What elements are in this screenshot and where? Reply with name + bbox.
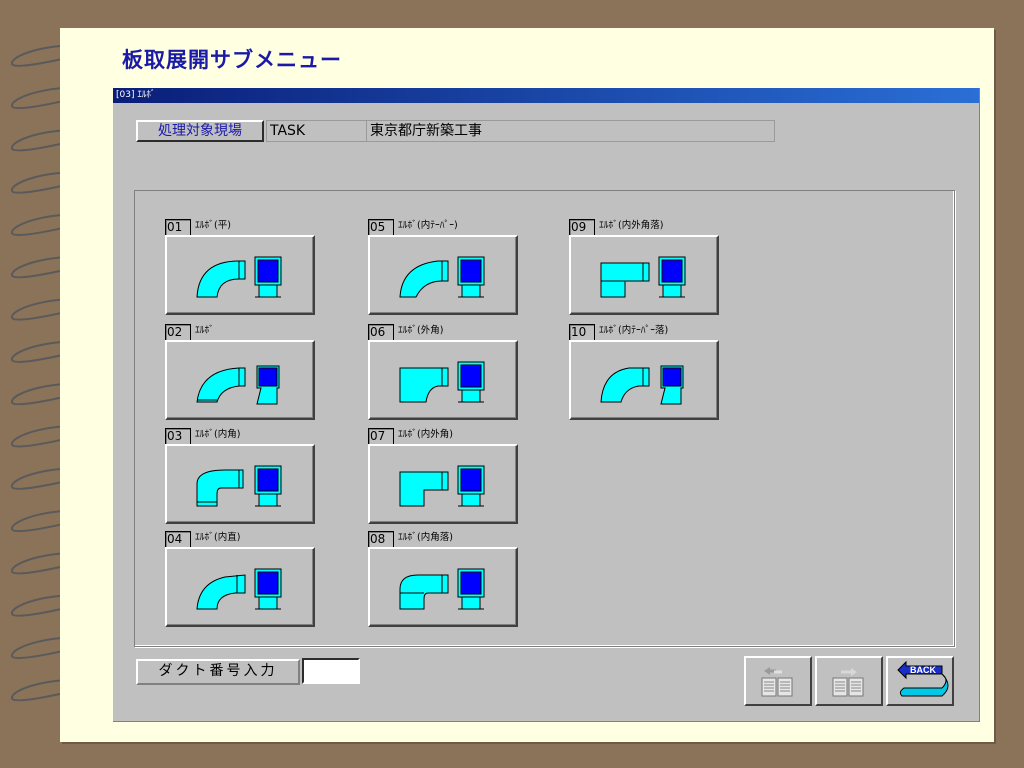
item-label: ｴﾙﾎﾞ(内ﾃｰﾊﾟｰ落) xyxy=(599,325,669,336)
elbow-button-10[interactable] xyxy=(569,340,719,420)
item-label: ｴﾙﾎﾞ(内ﾃｰﾊﾟｰ) xyxy=(398,220,458,231)
duct-number-input[interactable] xyxy=(302,658,360,684)
item-number: 08 xyxy=(368,531,394,548)
elbow-item-01: 01 ｴﾙﾎﾞ(平) xyxy=(165,215,317,319)
elbow-item-08: 08 ｴﾙﾎﾞ(内角落) xyxy=(368,527,520,631)
elbow-inner-corner-drop-icon xyxy=(399,568,485,610)
next-page-button[interactable] xyxy=(815,656,883,706)
page-title: 板取展開サブメニュー xyxy=(122,48,342,72)
item-number: 02 xyxy=(165,324,191,341)
item-number: 05 xyxy=(368,219,394,236)
elbow-button-06[interactable] xyxy=(368,340,518,420)
site-header: 処理対象現場 TASK 東京都庁新築工事 xyxy=(136,120,775,142)
item-label: ｴﾙﾎﾞ(外角) xyxy=(398,325,444,336)
back-text: BACK xyxy=(910,665,936,675)
back-arrow-icon: BACK xyxy=(897,660,949,697)
elbow-inner-outer-corner-icon xyxy=(399,465,485,507)
item-number: 07 xyxy=(368,428,394,445)
elbow-item-04: 04 ｴﾙﾎﾞ(内直) xyxy=(165,527,317,631)
site-name-field: 東京都庁新築工事 xyxy=(367,120,775,142)
elbow-item-06: 06 ｴﾙﾎﾞ(外角) xyxy=(368,320,520,424)
item-label: ｴﾙﾎﾞ(内外角) xyxy=(398,429,453,440)
item-label: ｴﾙﾎﾞ(平) xyxy=(195,220,231,231)
elbow-item-02: 02 ｴﾙﾎﾞ xyxy=(165,320,317,424)
elbow-inner-straight-icon xyxy=(196,568,282,610)
item-label: ｴﾙﾎﾞ(内直) xyxy=(195,532,241,543)
item-label: ｴﾙﾎﾞ(内角落) xyxy=(398,532,453,543)
site-code-field: TASK xyxy=(266,120,367,142)
elbow-item-07: 07 ｴﾙﾎﾞ(内外角) xyxy=(368,424,520,528)
prev-page-button[interactable] xyxy=(744,656,812,706)
item-number: 09 xyxy=(569,219,595,236)
elbow-inner-taper-icon xyxy=(399,256,485,298)
item-number: 03 xyxy=(165,428,191,445)
elbow-item-05: 05 ｴﾙﾎﾞ(内ﾃｰﾊﾟｰ) xyxy=(368,215,520,319)
elbow-inner-corner-icon xyxy=(196,465,282,507)
item-number: 06 xyxy=(368,324,394,341)
elbow-button-05[interactable] xyxy=(368,235,518,315)
elbow-button-08[interactable] xyxy=(368,547,518,627)
elbow-inner-outer-corner-drop-icon xyxy=(600,256,686,298)
elbow-menu-panel: 01 ｴﾙﾎﾞ(平) 02 ｴﾙﾎﾞ 03 ｴﾙﾎﾞ(内角) 04 ｴﾙﾎﾞ(内直) 05 ｴﾙﾎ… xyxy=(134,190,955,647)
page-prev-icon xyxy=(761,667,793,697)
app-window: [03] ｴﾙﾎﾞ 処理対象現場 TASK 東京都庁新築工事 01 ｴﾙﾎﾞ(平)… xyxy=(113,88,980,722)
back-button[interactable]: BACK xyxy=(886,656,954,706)
elbow-item-10: 10 ｴﾙﾎﾞ(内ﾃｰﾊﾟｰ落) xyxy=(569,320,721,424)
elbow-item-03: 03 ｴﾙﾎﾞ(内角) xyxy=(165,424,317,528)
window-titlebar: [03] ｴﾙﾎﾞ xyxy=(113,88,979,103)
item-label: ｴﾙﾎﾞ(内角) xyxy=(195,429,241,440)
elbow-flat-icon xyxy=(196,256,282,298)
item-number: 10 xyxy=(569,324,595,341)
item-number: 04 xyxy=(165,531,191,548)
elbow-button-04[interactable] xyxy=(165,547,315,627)
item-number: 01 xyxy=(165,219,191,236)
item-label: ｴﾙﾎﾞ(内外角落) xyxy=(599,220,664,231)
elbow-item-09: 09 ｴﾙﾎﾞ(内外角落) xyxy=(569,215,721,319)
target-site-label: 処理対象現場 xyxy=(136,120,264,142)
elbow-outer-corner-icon xyxy=(399,361,485,403)
elbow-button-07[interactable] xyxy=(368,444,518,524)
duct-number-label: ダクト番号入力 xyxy=(136,659,300,685)
elbow-button-03[interactable] xyxy=(165,444,315,524)
elbow-button-02[interactable] xyxy=(165,340,315,420)
elbow-icon xyxy=(196,365,280,405)
page-next-icon xyxy=(832,668,864,697)
elbow-inner-taper-drop-icon xyxy=(600,365,684,405)
elbow-button-01[interactable] xyxy=(165,235,315,315)
elbow-button-09[interactable] xyxy=(569,235,719,315)
item-label: ｴﾙﾎﾞ xyxy=(195,325,215,336)
